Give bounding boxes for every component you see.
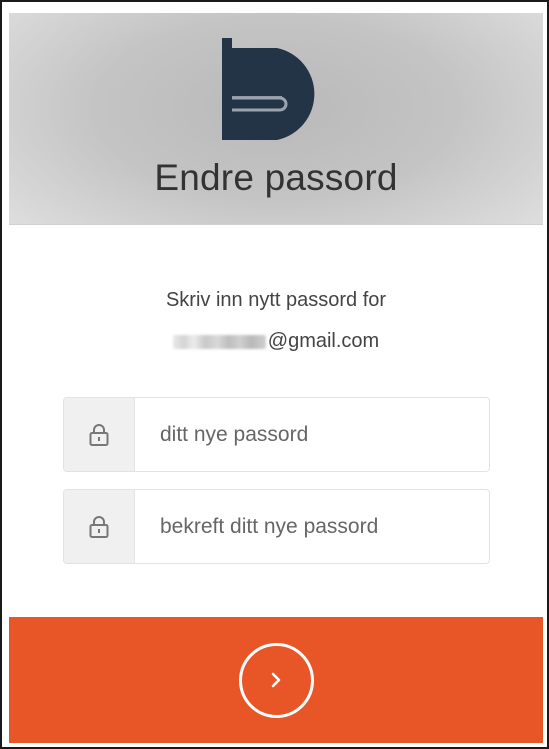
new-password-field bbox=[63, 397, 490, 472]
submit-button[interactable] bbox=[9, 617, 543, 743]
account-email: @gmail.com bbox=[9, 330, 543, 353]
page-title: Endre passord bbox=[154, 157, 398, 198]
instruction-text: Skriv inn nytt passord for bbox=[165, 289, 387, 311]
window-frame: Endre passord Skriv inn nytt passord for… bbox=[0, 0, 549, 749]
confirm-password-input[interactable] bbox=[135, 490, 489, 563]
brand-logo bbox=[222, 38, 315, 140]
confirm-password-field bbox=[63, 489, 490, 564]
new-password-input[interactable] bbox=[135, 398, 489, 471]
redacted-username bbox=[172, 334, 266, 349]
email-domain: @gmail.com bbox=[267, 330, 380, 352]
card-header: Endre passord bbox=[9, 13, 543, 225]
lock-icon bbox=[64, 490, 135, 563]
lock-icon bbox=[64, 398, 135, 471]
submit-circle bbox=[238, 642, 314, 718]
change-password-card: Endre passord Skriv inn nytt passord for… bbox=[9, 13, 543, 743]
chevron-right-icon bbox=[271, 672, 281, 688]
